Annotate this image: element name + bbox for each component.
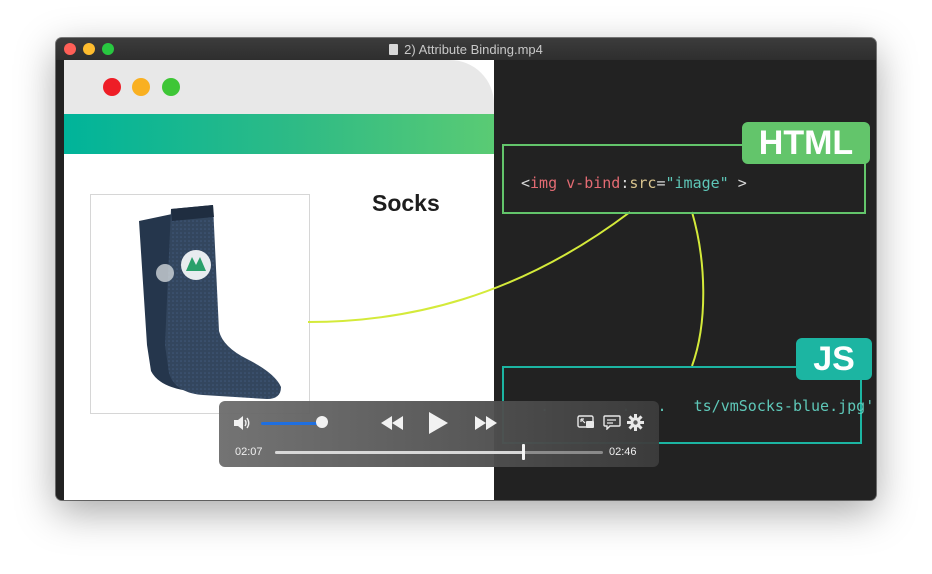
window-title-wrap: 2) Attribute Binding.mp4 — [56, 42, 876, 57]
code-equals: = — [656, 174, 666, 192]
total-time: 02:46 — [609, 446, 637, 458]
seek-bar-fill — [275, 451, 523, 454]
gear-icon[interactable] — [627, 414, 644, 431]
video-player-window: 2) Attribute Binding.mp4 Socks HTML <img… — [56, 38, 876, 500]
html-code-line: <img v-bind:src="image" > — [521, 174, 747, 192]
title-bar[interactable]: 2) Attribute Binding.mp4 — [56, 38, 876, 61]
connector-image-to-html — [307, 211, 631, 323]
fast-forward-icon[interactable] — [473, 414, 499, 432]
rewind-icon[interactable] — [379, 414, 405, 432]
picture-in-picture-icon[interactable] — [577, 415, 595, 430]
playback-controls: 02:07 02:46 — [219, 401, 659, 467]
window-title: 2) Attribute Binding.mp4 — [404, 42, 543, 57]
code-close-bracket: > — [728, 174, 747, 192]
volume-icon[interactable] — [233, 415, 251, 431]
video-file-icon — [389, 44, 399, 55]
code-attribute: src — [629, 174, 657, 192]
code-value: "image" — [665, 174, 729, 192]
code-open-bracket: < — [521, 174, 531, 192]
seek-bar-knob[interactable] — [522, 444, 525, 460]
js-badge: JS — [796, 338, 872, 380]
connector-html-to-js — [691, 211, 705, 367]
subtitles-icon[interactable] — [603, 415, 621, 430]
volume-slider-knob[interactable] — [316, 416, 328, 428]
volume-slider-track[interactable] — [261, 422, 323, 425]
play-icon[interactable] — [426, 411, 450, 435]
html-badge: HTML — [742, 122, 870, 164]
code-directive: v-bind — [566, 174, 621, 192]
current-time: 02:07 — [235, 446, 263, 458]
video-frame[interactable]: Socks HTML <img v-bind:src="image" > JS … — [56, 60, 876, 500]
code-tag: img — [530, 174, 558, 192]
